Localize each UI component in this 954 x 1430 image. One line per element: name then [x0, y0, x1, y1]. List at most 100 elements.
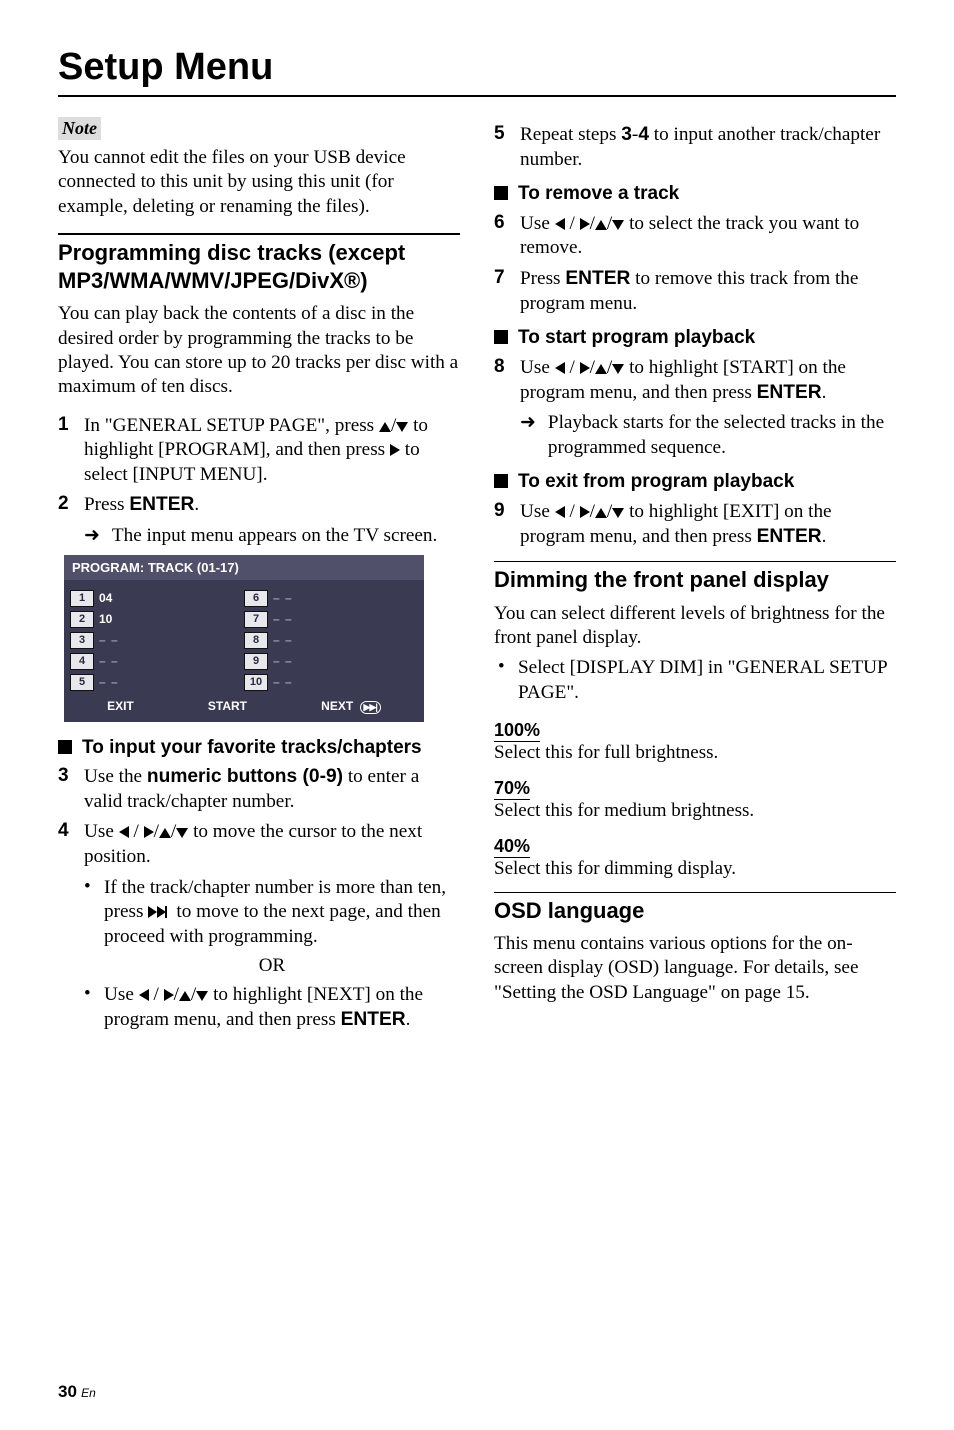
square-bullet-icon [494, 330, 508, 344]
left-icon [555, 218, 565, 230]
up-icon [159, 828, 171, 838]
step-number: 4 [58, 820, 72, 869]
section-rule [58, 233, 460, 235]
slot-num: 3 [70, 632, 94, 649]
enter-label: ENTER [129, 494, 194, 515]
left-column: Note You cannot edit the files on your U… [58, 117, 460, 1036]
step-body: Use / // to select the track you want to… [520, 212, 896, 261]
step-6: 6 Use / // to select the track you want … [494, 212, 896, 261]
subheading-text: To exit from program playback [518, 470, 794, 494]
slot-val: 04 [99, 591, 112, 605]
left-icon [555, 362, 565, 374]
numeric-buttons-label: numeric buttons (0-9) [147, 766, 343, 787]
skip-next-icon [148, 906, 157, 918]
subheading-remove-track: To remove a track [494, 182, 896, 206]
slot-num: 2 [70, 611, 94, 628]
text: Use [520, 213, 555, 234]
text: Repeat steps [520, 124, 621, 145]
step-body: Use / // to highlight [START] on the pro… [520, 356, 896, 405]
left-icon [119, 826, 129, 838]
step-5: 5 Repeat steps 3-4 to input another trac… [494, 123, 896, 172]
step-8: 8 Use / // to highlight [START] on the p… [494, 356, 896, 405]
subheading-start-playback: To start program playback [494, 326, 896, 350]
text: Press [84, 494, 129, 515]
section-text: This menu contains various options for t… [494, 932, 896, 1005]
section-heading-programming: Programming disc tracks (except MP3/WMA/… [58, 239, 460, 294]
enter-label: ENTER [341, 1009, 406, 1030]
right-icon [580, 506, 590, 518]
bullet-text: Use / // to highlight [NEXT] on the prog… [104, 983, 460, 1032]
text: Use [520, 357, 555, 378]
square-bullet-icon [494, 474, 508, 488]
right-column: 5 Repeat steps 3-4 to input another trac… [494, 117, 896, 1036]
slot-num: 8 [244, 632, 268, 649]
down-icon [396, 422, 408, 432]
result-text: Playback starts for the selected tracks … [548, 411, 896, 460]
up-icon [179, 991, 191, 1001]
text: . [194, 494, 199, 515]
bullet-text: If the track/chapter number is more than… [104, 876, 460, 950]
step-number: 7 [494, 267, 508, 316]
text: . [822, 526, 827, 547]
slot-num: 9 [244, 653, 268, 670]
section-heading-osd: OSD language [494, 897, 896, 925]
slot-num: 5 [70, 674, 94, 691]
def-desc: Select this for medium brightness. [494, 800, 896, 822]
enter-label: ENTER [757, 526, 822, 547]
slot-val: – – [273, 633, 293, 647]
program-menu-title: PROGRAM: TRACK (01-17) [64, 555, 424, 580]
enter-label: ENTER [757, 382, 822, 403]
step-body: In "GENERAL SETUP PAGE", press / to high… [84, 414, 460, 488]
note-label: Note [58, 117, 101, 140]
step-number: 5 [494, 123, 508, 172]
section-intro: You can play back the contents of a disc… [58, 302, 460, 400]
play-icon [390, 444, 400, 456]
step-number: 8 [494, 356, 508, 405]
step-body: Press ENTER to remove this track from th… [520, 267, 896, 316]
menu-next: NEXT ▶▶| [321, 699, 381, 714]
subheading-text: To input your favorite tracks/chapters [82, 736, 422, 760]
page-number-suffix: En [81, 1386, 96, 1400]
step-body: Use / // to highlight [EXIT] on the prog… [520, 500, 896, 549]
step-ref: 3 [621, 124, 632, 145]
slot-val: – – [273, 675, 293, 689]
bullet-icon: • [498, 656, 508, 705]
sub-bullet: • If the track/chapter number is more th… [58, 876, 460, 950]
step-number: 2 [58, 493, 72, 518]
text: Use the [84, 766, 147, 787]
slot-num: 4 [70, 653, 94, 670]
slot-val: – – [273, 654, 293, 668]
up-icon [595, 364, 607, 374]
slot-val: 10 [99, 612, 112, 626]
text: In "GENERAL SETUP PAGE", press [84, 415, 379, 436]
page-title: Setup Menu [58, 46, 896, 89]
section-heading-dimming: Dimming the front panel display [494, 566, 896, 594]
step-9: 9 Use / // to highlight [EXIT] on the pr… [494, 500, 896, 549]
up-icon [379, 422, 391, 432]
arrow-icon: ➜ [84, 524, 100, 549]
page-number: 30 En [58, 1382, 96, 1402]
text: . [822, 382, 827, 403]
section-intro: You can select different levels of brigh… [494, 602, 896, 651]
menu-start: START [208, 699, 247, 713]
section-rule [494, 892, 896, 893]
step-2: 2 Press ENTER. [58, 493, 460, 518]
def-desc: Select this for dimming display. [494, 858, 896, 880]
bullet-icon: • [84, 983, 94, 1032]
enter-label: ENTER [565, 268, 630, 289]
subheading-text: To remove a track [518, 182, 679, 206]
left-icon [555, 506, 565, 518]
bullet-line: • Select [DISPLAY DIM] in "GENERAL SETUP… [494, 656, 896, 705]
right-icon [580, 362, 590, 374]
text: . [406, 1009, 411, 1030]
up-icon [595, 220, 607, 230]
subheading-text: To start program playback [518, 326, 755, 350]
step-body: Use the numeric buttons (0-9) to enter a… [84, 765, 460, 814]
step-ref: 4 [638, 124, 649, 145]
down-icon [196, 991, 208, 1001]
step-body: Repeat steps 3-4 to input another track/… [520, 123, 896, 172]
slot-num: 1 [70, 590, 94, 607]
step-4: 4 Use / // to move the cursor to the nex… [58, 820, 460, 869]
bullet-text: Select [DISPLAY DIM] in "GENERAL SETUP P… [518, 656, 896, 705]
title-rule [58, 95, 896, 97]
